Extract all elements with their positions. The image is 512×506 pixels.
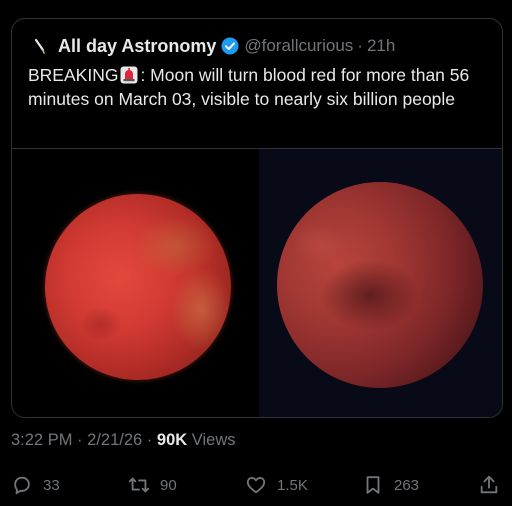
like-icon <box>246 477 266 494</box>
tweet-text-breaking: BREAKING <box>28 65 119 85</box>
reply-count: 33 <box>43 476 60 494</box>
tweet-card[interactable]: All day Astronomy @forallcurious · 21h B… <box>11 18 503 418</box>
moon-image-right <box>277 182 483 388</box>
meta-separator: · <box>77 431 83 449</box>
verified-icon <box>221 37 239 55</box>
author-handle[interactable]: @forallcurious <box>244 36 353 56</box>
timestamp[interactable]: 21h <box>367 36 395 56</box>
tweet-meta: 3:22 PM · 2/21/26 · 90K Views <box>11 431 235 450</box>
reply-icon <box>14 476 30 495</box>
reply-button[interactable]: 33 <box>11 470 60 500</box>
repost-button[interactable]: 90 <box>128 470 177 500</box>
bookmark-icon <box>366 476 380 494</box>
post-time[interactable]: 3:22 PM <box>11 431 72 449</box>
bookmark-count: 263 <box>394 476 420 494</box>
share-icon <box>480 475 498 494</box>
siren-icon <box>120 66 138 84</box>
tweet-media[interactable] <box>12 148 502 417</box>
like-button[interactable]: 1.5K <box>245 470 308 500</box>
meta-separator: · <box>146 431 153 449</box>
telescope-icon[interactable] <box>32 37 50 55</box>
tweet-header: All day Astronomy @forallcurious · 21h <box>32 34 395 58</box>
share-button[interactable] <box>478 470 510 500</box>
photo-blood-moon-right[interactable] <box>259 149 502 417</box>
views-label: Views <box>191 431 236 449</box>
tweet-text: BREAKING : Moon will turn blood red for … <box>28 63 498 111</box>
action-bar: 33 90 1.5K 263 <box>0 470 512 500</box>
author-name[interactable]: All day Astronomy <box>58 36 216 57</box>
post-date[interactable]: 2/21/26 <box>87 431 142 449</box>
repost-icon <box>128 477 150 493</box>
repost-count: 90 <box>160 476 177 494</box>
like-count: 1.5K <box>277 476 308 494</box>
moon-image-left <box>45 194 231 380</box>
bookmark-button[interactable]: 263 <box>362 470 419 500</box>
photo-blood-moon-left[interactable] <box>12 149 257 417</box>
separator-dot: · <box>357 36 363 55</box>
views-count: 90K <box>156 431 188 449</box>
